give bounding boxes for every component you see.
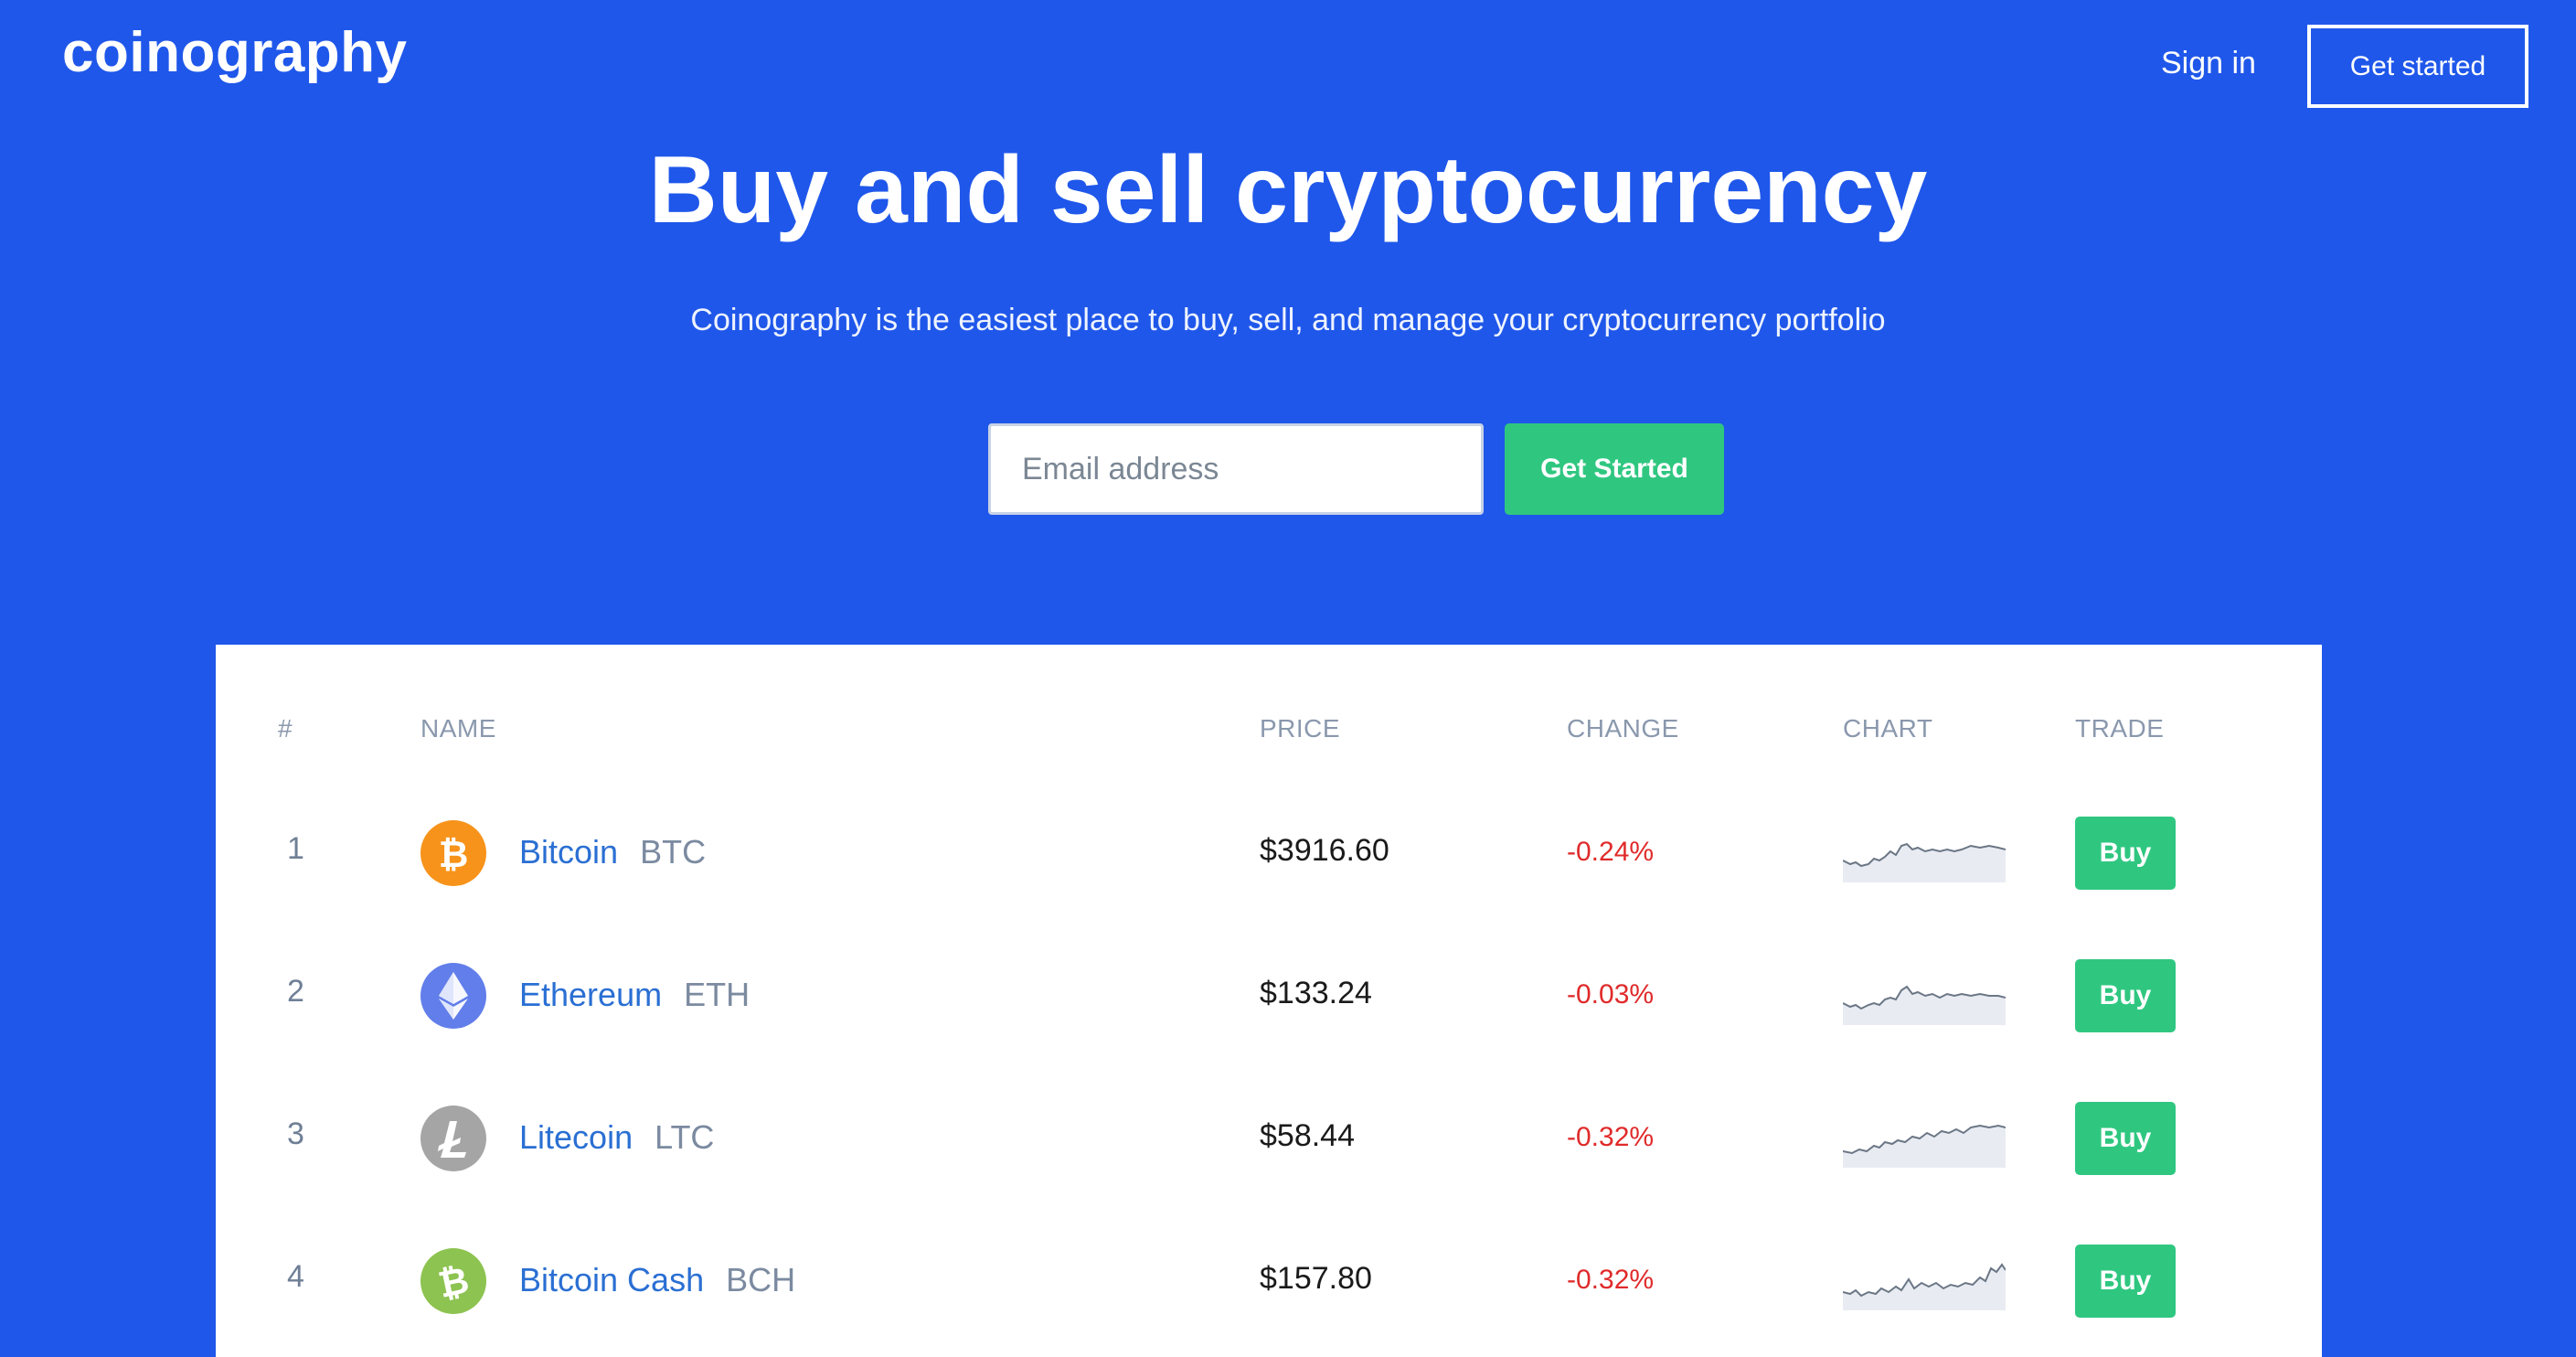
change-cell: -0.24% [1567, 837, 1655, 867]
email-input[interactable] [988, 423, 1484, 515]
column-header-price: PRICE [1260, 714, 1341, 743]
change-cell: -0.32% [1567, 1265, 1655, 1295]
svg-text:₿: ₿ [435, 1260, 472, 1302]
markets-table: # NAME PRICE CHANGE CHART TRADE 1 ₿ Bitc… [216, 645, 2322, 1357]
rank-cell: 2 [287, 974, 304, 1009]
get-started-header-button[interactable]: Get started [2307, 25, 2528, 108]
bitcoin-icon: ₿ [420, 820, 486, 886]
price-cell: $133.24 [1260, 976, 1372, 1010]
coin-name-link[interactable]: Litecoin LTC [519, 1118, 714, 1157]
change-cell: -0.03% [1567, 979, 1655, 1010]
rank-cell: 1 [287, 831, 304, 866]
litecoin-icon [420, 1106, 486, 1171]
sparkline-chart [1843, 1124, 2006, 1168]
buy-button[interactable]: Buy [2075, 959, 2176, 1032]
sign-in-link[interactable]: Sign in [2161, 46, 2256, 81]
get-started-button[interactable]: Get Started [1505, 423, 1724, 515]
table-row[interactable]: 4 ₿ Bitcoin Cash BCH $157.80 -0.32% Buy [216, 1210, 2322, 1352]
logo[interactable]: coinography [62, 20, 408, 85]
bitcoin-cash-icon: ₿ [420, 1248, 486, 1314]
sparkline-chart [1843, 1263, 2006, 1310]
column-header-rank: # [278, 714, 293, 743]
coin-symbol: BCH [726, 1261, 796, 1298]
buy-button[interactable]: Buy [2075, 1245, 2176, 1318]
coin-symbol: LTC [655, 1118, 715, 1156]
column-header-chart: CHART [1843, 714, 1933, 743]
svg-text:₿: ₿ [439, 834, 469, 874]
price-cell: $157.80 [1260, 1261, 1372, 1296]
column-header-trade: TRADE [2075, 714, 2165, 743]
table-row[interactable]: 1 ₿ Bitcoin BTC $3916.60 -0.24% Buy [216, 782, 2322, 924]
coin-name-link[interactable]: Bitcoin Cash BCH [519, 1261, 795, 1299]
table-row[interactable]: 2 Ethereum ETH $133.24 -0.03% Buy [216, 924, 2322, 1067]
coin-name[interactable]: Ethereum [519, 976, 662, 1013]
buy-button[interactable]: Buy [2075, 817, 2176, 890]
rank-cell: 3 [287, 1117, 304, 1151]
buy-button[interactable]: Buy [2075, 1102, 2176, 1175]
coin-name-link[interactable]: Bitcoin BTC [519, 833, 706, 871]
rank-cell: 4 [287, 1259, 304, 1294]
coin-symbol: ETH [684, 976, 750, 1013]
coin-name[interactable]: Bitcoin Cash [519, 1261, 704, 1298]
change-cell: -0.32% [1567, 1122, 1655, 1152]
coin-name[interactable]: Litecoin [519, 1118, 633, 1156]
coin-name-link[interactable]: Ethereum ETH [519, 976, 750, 1014]
hero-subtitle: Coinography is the easiest place to buy,… [690, 303, 1886, 337]
hero-title: Buy and sell cryptocurrency [648, 137, 1928, 243]
ethereum-icon [420, 963, 486, 1029]
sparkline-chart [1843, 842, 2006, 882]
column-header-change: CHANGE [1567, 714, 1679, 743]
price-cell: $3916.60 [1260, 833, 1389, 868]
column-header-name: NAME [420, 714, 496, 743]
coin-symbol: BTC [640, 833, 707, 871]
sparkline-chart [1843, 985, 2006, 1025]
table-row[interactable]: 3 Litecoin LTC $58.44 -0.32% Buy [216, 1067, 2322, 1210]
price-cell: $58.44 [1260, 1118, 1355, 1153]
coin-name[interactable]: Bitcoin [519, 833, 618, 871]
